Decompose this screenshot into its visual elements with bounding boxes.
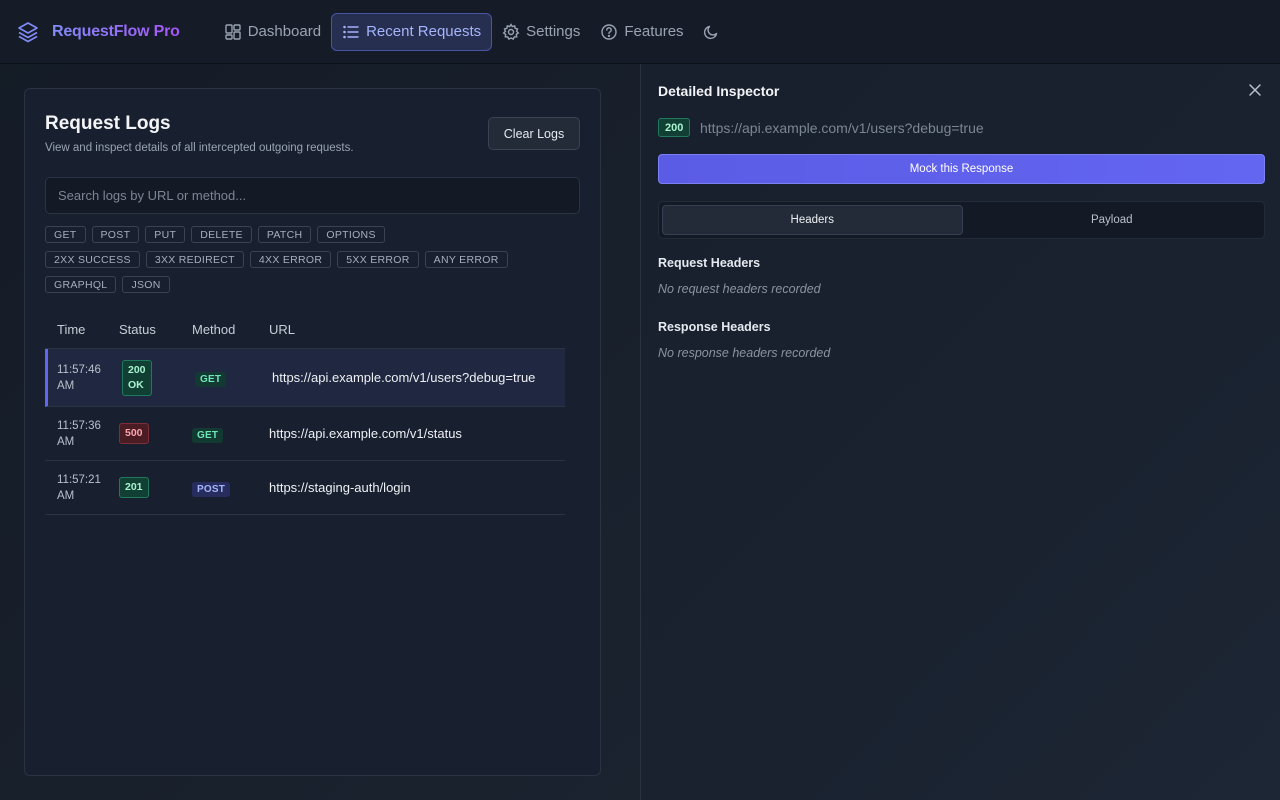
row-method: GET (192, 425, 269, 443)
request-logs-panel: Request Logs View and inspect details of… (24, 88, 601, 776)
row-url: https://api.example.com/v1/status (269, 426, 462, 441)
status-badge: 200 OK (122, 359, 152, 396)
status-text: OK (128, 378, 144, 391)
list-icon (343, 25, 359, 38)
nav-dashboard[interactable]: Dashboard (214, 13, 331, 51)
method-badge: POST (192, 481, 231, 497)
row-method: POST (192, 479, 269, 497)
request-log-table: Time Status Method URL 11:57:46 AM 200 O… (45, 311, 565, 515)
page-title: Request Logs (45, 113, 171, 134)
status-badge: 500 (119, 423, 149, 444)
request-headers-empty: No request headers recorded (658, 282, 821, 296)
filter-chip-post[interactable]: POST (91, 226, 140, 243)
row-time: 11:57:46 AM (48, 362, 122, 394)
close-icon[interactable] (1248, 83, 1262, 97)
row-time-value: 11:57:21 (57, 473, 101, 486)
search-input[interactable] (45, 177, 580, 214)
status-badge: 201 (119, 477, 149, 498)
filter-chip-5xx[interactable]: 5XX ERROR (337, 251, 419, 268)
table-header: Time Status Method URL (45, 311, 565, 349)
method-badge: GET (195, 371, 227, 387)
row-time-value: 11:57:36 (57, 419, 101, 432)
table-row[interactable]: 11:57:21 AM 201 POST https://staging-aut… (45, 461, 565, 515)
table-row[interactable]: 11:57:36 AM 500 GET https://api.example.… (45, 407, 565, 461)
type-filters: GRAPHQL JSON (45, 276, 176, 293)
row-status: 500 (119, 423, 192, 444)
row-method: GET (195, 369, 272, 387)
top-navigation-bar: RequestFlow Pro Dashboard Recent Request… (0, 0, 1280, 64)
filter-chip-graphql[interactable]: GRAPHQL (45, 276, 117, 293)
filter-chip-put[interactable]: PUT (145, 226, 186, 243)
tab-headers[interactable]: Headers (662, 205, 963, 235)
row-status: 201 (119, 477, 192, 498)
page-subtitle: View and inspect details of all intercep… (45, 142, 354, 154)
column-header-method[interactable]: Method (192, 322, 269, 337)
dashboard-icon (224, 23, 241, 40)
help-circle-icon (601, 23, 618, 40)
row-time-value: 11:57:46 (57, 363, 101, 376)
inspector-status-badge: 200 (658, 118, 691, 137)
response-headers-empty: No response headers recorded (658, 346, 831, 360)
nav-features[interactable]: Features (590, 13, 693, 51)
row-status: 200 OK (122, 359, 195, 396)
moon-icon (703, 25, 717, 39)
column-header-time[interactable]: Time (45, 322, 119, 337)
row-time-period: AM (57, 489, 75, 502)
status-code: 200 (128, 363, 146, 376)
inspector-tabs: Headers Payload (658, 201, 1265, 239)
mock-response-button[interactable]: Mock this Response (658, 154, 1265, 184)
method-badge: GET (192, 427, 224, 443)
row-url: https://api.example.com/v1/users?debug=t… (272, 370, 536, 385)
inspector-title: Detailed Inspector (658, 83, 780, 99)
tab-payload[interactable]: Payload (963, 205, 1262, 235)
brand[interactable]: RequestFlow Pro (16, 20, 180, 44)
method-filters: GET POST PUT DELETE PATCH OPTIONS (45, 226, 391, 243)
app-name: RequestFlow Pro (52, 22, 180, 40)
row-time: 11:57:21 AM (45, 472, 119, 504)
filter-chip-patch[interactable]: PATCH (257, 226, 312, 243)
nav-dashboard-label: Dashboard (247, 23, 322, 40)
nav-recent-requests-label: Recent Requests (366, 23, 482, 40)
row-url: https://staging-auth/login (269, 480, 411, 495)
column-header-status[interactable]: Status (119, 322, 192, 337)
theme-toggle[interactable] (694, 13, 734, 51)
layers-icon (18, 21, 38, 42)
row-time: 11:57:36 AM (45, 418, 119, 450)
status-filters: 2XX SUCCESS 3XX REDIRECT 4XX ERROR 5XX E… (45, 251, 514, 268)
request-headers-title: Request Headers (658, 256, 761, 270)
gear-icon (502, 22, 520, 40)
row-time-period: AM (57, 379, 75, 392)
filter-chip-3xx[interactable]: 3XX REDIRECT (145, 251, 244, 268)
nav-settings[interactable]: Settings (492, 13, 590, 51)
filter-chip-delete[interactable]: DELETE (191, 226, 252, 243)
nav-features-label: Features (624, 23, 684, 40)
filter-chip-4xx[interactable]: 4XX ERROR (249, 251, 332, 268)
nav-recent-requests[interactable]: Recent Requests (331, 12, 493, 51)
response-headers-title: Response Headers (658, 320, 771, 334)
main-nav: Dashboard Recent Requests Settings Featu… (214, 12, 734, 51)
detailed-inspector-panel: Detailed Inspector 200 https://api.examp… (640, 64, 1280, 800)
clear-logs-button[interactable]: Clear Logs (488, 117, 580, 150)
filter-chip-any-error[interactable]: ANY ERROR (424, 251, 508, 268)
column-header-url[interactable]: URL (269, 322, 565, 337)
filter-chip-json[interactable]: JSON (122, 276, 170, 293)
inspector-url: https://api.example.com/v1/users?debug=t… (700, 120, 984, 136)
nav-settings-label: Settings (526, 23, 581, 40)
row-time-period: AM (57, 435, 75, 448)
filter-chip-options[interactable]: OPTIONS (317, 226, 385, 243)
filter-chip-2xx[interactable]: 2XX SUCCESS (45, 251, 140, 268)
table-row[interactable]: 11:57:46 AM 200 OK GET https://api.examp… (45, 349, 565, 407)
filter-chip-get[interactable]: GET (45, 226, 86, 243)
